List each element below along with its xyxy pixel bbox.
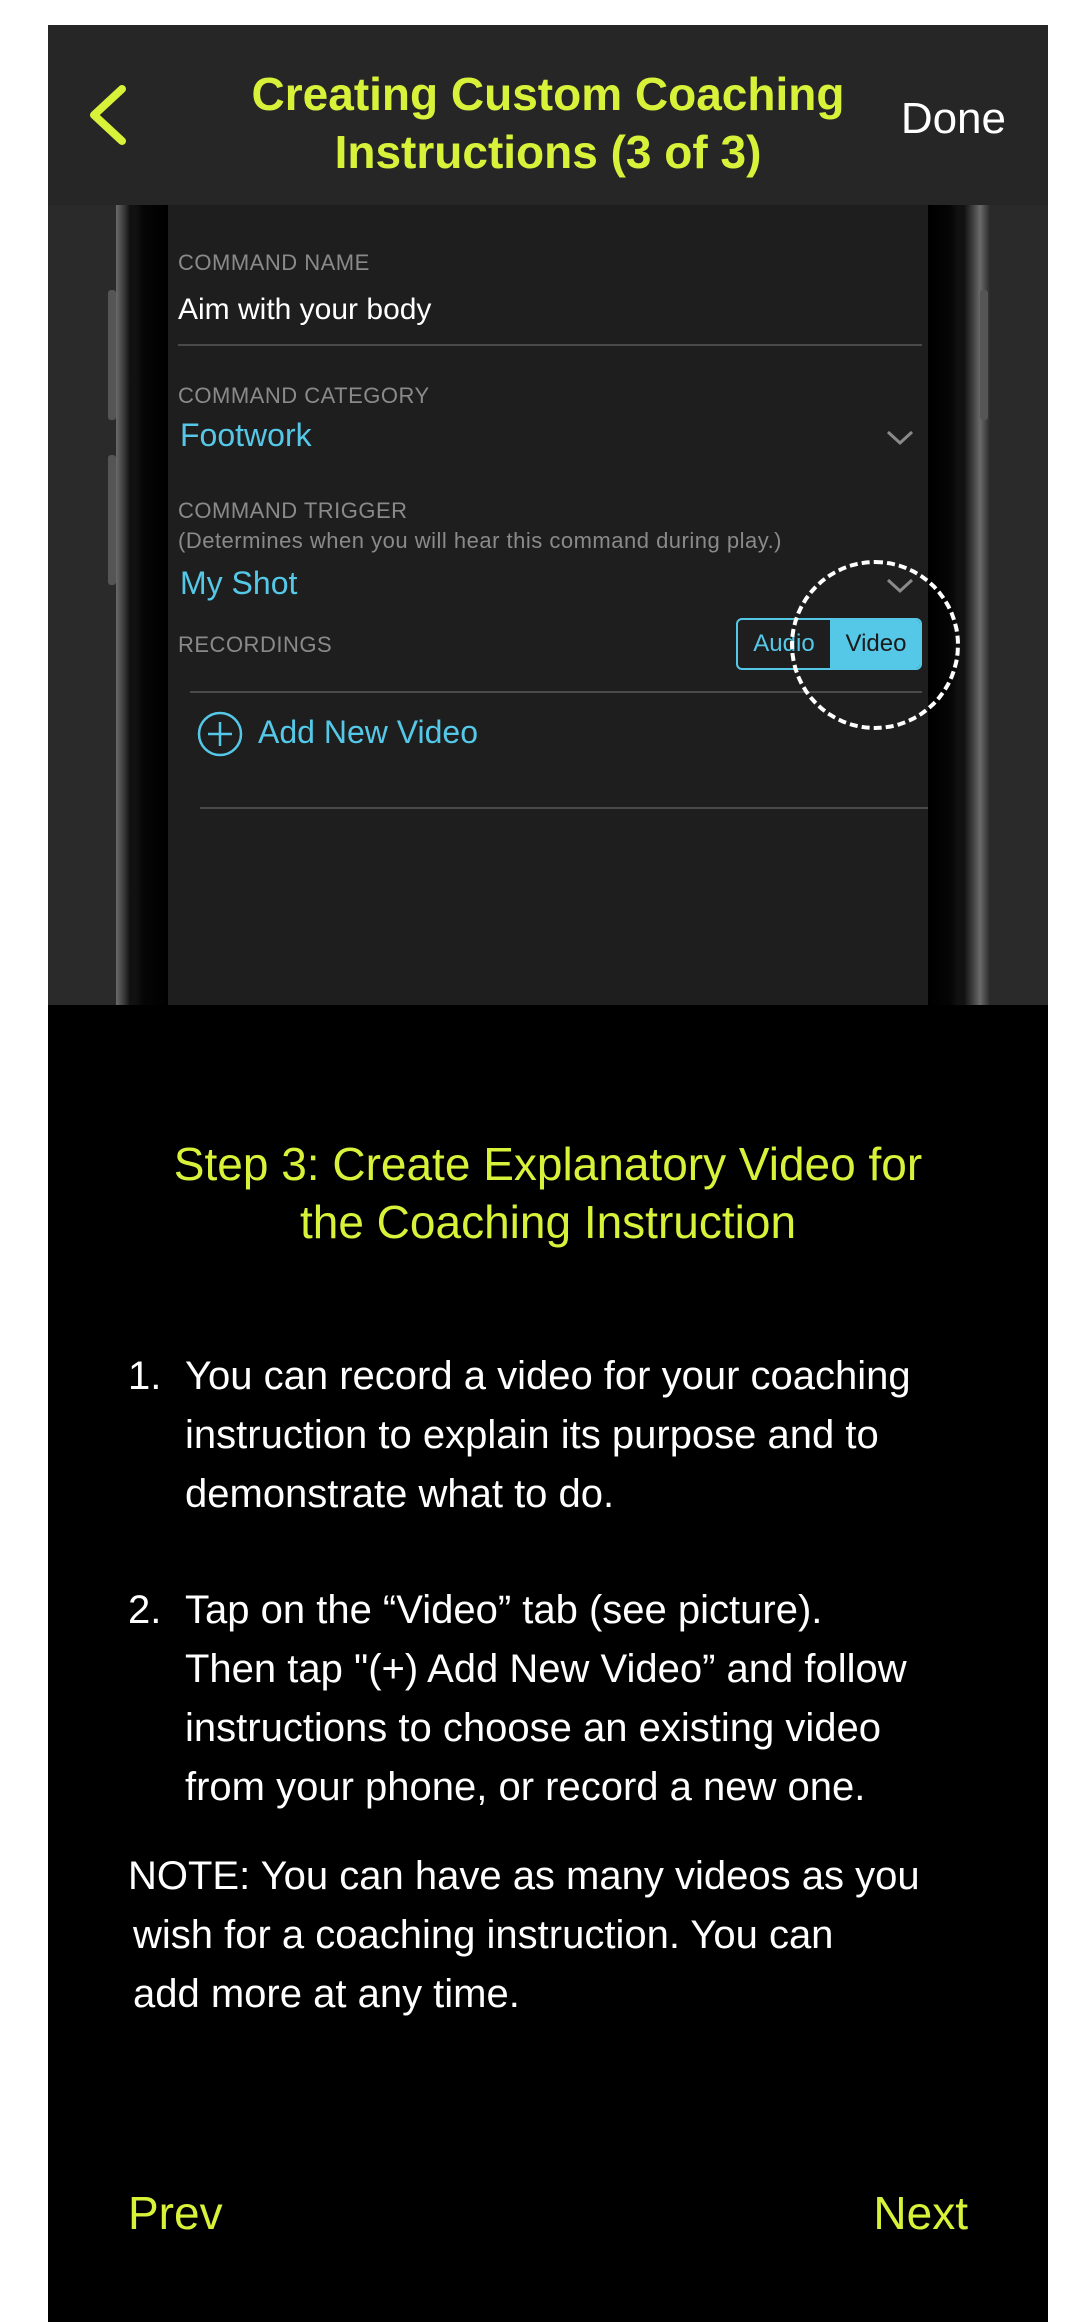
- chevron-down-icon: [886, 430, 914, 446]
- list-line: Tap on the “Video” tab (see picture).: [185, 1588, 823, 1632]
- command-trigger-value: My Shot: [180, 565, 298, 601]
- tutorial-screen: Creating Custom Coaching Instructions (3…: [48, 25, 1048, 2322]
- phone-side-button: [108, 290, 116, 420]
- plus-circle-icon: [197, 711, 243, 757]
- page-title-line: Creating Custom Coaching: [251, 68, 845, 120]
- done-button[interactable]: Done: [901, 93, 1006, 145]
- phone-side-button: [108, 455, 116, 585]
- list-line: from your phone, or record a new one.: [185, 1765, 866, 1809]
- command-trigger-hint: (Determines when you will hear this comm…: [178, 528, 783, 553]
- highlight-circle: [790, 560, 960, 730]
- recordings-label: RECORDINGS: [178, 632, 333, 657]
- command-trigger-label: COMMAND TRIGGER: [178, 498, 408, 523]
- command-category-label: COMMAND CATEGORY: [178, 383, 430, 408]
- note-text: NOTE: You can have as many videos as you…: [128, 1847, 1028, 2024]
- next-button[interactable]: Next: [873, 2185, 968, 2241]
- add-new-video-label: Add New Video: [258, 714, 478, 750]
- list-line: demonstrate what to do.: [185, 1472, 615, 1516]
- phone-bezel-left: [116, 205, 168, 1005]
- note-line: add more at any time.: [133, 1972, 520, 2016]
- step-title-line: the Coaching Instruction: [299, 1196, 797, 1248]
- list-line: Then tap "(+) Add New Video” and follow: [185, 1647, 907, 1691]
- list-text: You can record a video for your coaching…: [185, 1347, 1045, 1524]
- divider: [178, 344, 922, 346]
- list-line: instructions to choose an existing video: [185, 1706, 881, 1750]
- list-number: 2.: [128, 1588, 162, 1632]
- list-number: 1.: [128, 1354, 162, 1398]
- page-title: Creating Custom Coaching Instructions (3…: [198, 65, 898, 181]
- note-line: NOTE: You can have as many videos as you: [128, 1854, 920, 1898]
- list-line: instruction to explain its purpose and t…: [185, 1413, 879, 1457]
- step-title: Step 3: Create Explanatory Video for the…: [128, 1135, 968, 1251]
- step-title-line: Step 3: Create Explanatory Video for: [173, 1138, 923, 1190]
- divider: [200, 807, 928, 809]
- phone-side-button: [980, 290, 988, 420]
- note-line: wish for a coaching instruction. You can: [133, 1913, 834, 1957]
- back-button[interactable]: [78, 75, 138, 155]
- page-title-line: Instructions (3 of 3): [334, 126, 762, 178]
- prev-button[interactable]: Prev: [128, 2185, 223, 2241]
- command-name-label: COMMAND NAME: [178, 250, 370, 275]
- list-line: You can record a video for your coaching: [185, 1354, 911, 1398]
- command-name-value: Aim with your body: [178, 293, 432, 326]
- chevron-left-icon: [90, 85, 126, 145]
- list-text: Tap on the “Video” tab (see picture). Th…: [185, 1581, 1045, 1817]
- navigation-bar: Creating Custom Coaching Instructions (3…: [48, 25, 1048, 205]
- command-category-value: Footwork: [180, 417, 312, 453]
